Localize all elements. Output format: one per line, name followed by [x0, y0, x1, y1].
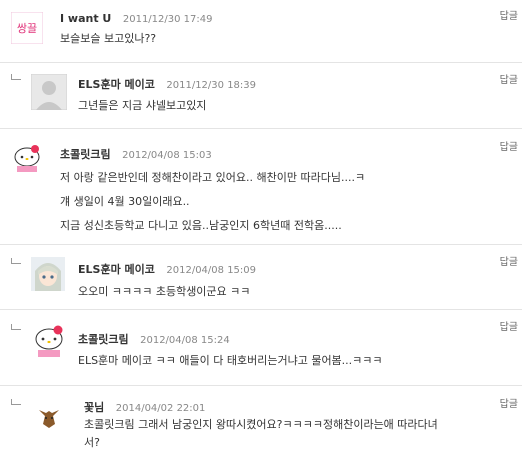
comment-item: ELS훈마 메이코 2012/04/08 15:09 오오미 ㅋㅋㅋㅋ 초등학생… — [0, 245, 522, 309]
reply-indent-icon — [11, 258, 21, 264]
avatar[interactable] — [31, 257, 65, 291]
comment-date: 2012/04/08 15:24 — [140, 335, 230, 346]
comment-item: ELS훈마 메이코 2011/12/30 18:39 그년들은 지금 샤넬보고있… — [0, 63, 522, 128]
reply-button[interactable]: 답글 — [500, 253, 518, 268]
avatar[interactable] — [33, 400, 65, 432]
comment-date: 2014/04/02 22:01 — [115, 403, 206, 414]
comment-text: 저 아랑 같은반인데 정해찬이라고 있어요.. 해찬이만 따라다님....ㅋ 걔… — [60, 171, 366, 232]
comment-meta: ELS훈마 메이코 2011/12/30 18:39 — [78, 76, 256, 92]
comment-item: 초콜릿크림 2012/04/08 15:24 ELS훈마 메이코 ㅋㅋ 애들이 … — [0, 310, 522, 385]
avatar[interactable]: 쌍끌 — [11, 12, 43, 44]
comment-meta: 초콜릿크림 2012/04/08 15:24 — [78, 331, 230, 347]
comment-item: 쌍끌 I want U 2011/12/30 17:49 보슬보슬 보고있나??… — [0, 0, 522, 63]
comment-date: 2011/12/30 17:49 — [122, 14, 213, 25]
comment-meta: ELS훈마 메이코 2012/04/08 15:09 — [78, 261, 256, 277]
comment-text: 오오미 ㅋㅋㅋㅋ 초등학생이군요 ㅋㅋ — [78, 285, 251, 298]
comment-meta: 꽃님 2014/04/02 22:01 — [84, 399, 205, 415]
author-name[interactable]: 초콜릿크림 — [60, 148, 111, 161]
author-name[interactable]: ELS훈마 메이코 — [78, 263, 155, 276]
reply-button[interactable]: 답글 — [500, 7, 518, 22]
reply-indent-icon — [11, 399, 21, 405]
comment-text: 초콜릿크림 그래서 남궁인지 왕따시켰어요?ㅋㅋㅋㅋ정해찬이라는애 따라다녀 서… — [84, 418, 438, 449]
avatar[interactable] — [31, 322, 67, 358]
comment-date: 2012/04/08 15:03 — [122, 150, 212, 161]
comment-meta: 초콜릿크림 2012/04/08 15:03 — [60, 146, 212, 162]
reply-indent-icon — [11, 74, 21, 80]
comment-date: 2011/12/30 18:39 — [166, 80, 257, 91]
comment-date: 2012/04/08 15:09 — [166, 265, 257, 276]
comment-text: 보슬보슬 보고있나?? — [60, 32, 157, 45]
author-name[interactable]: 초콜릿크림 — [78, 333, 129, 346]
reply-button[interactable]: 답글 — [500, 71, 518, 86]
reply-button[interactable]: 답글 — [500, 318, 518, 333]
author-name[interactable]: I want U — [60, 12, 111, 25]
author-name[interactable]: ELS훈마 메이코 — [78, 78, 155, 91]
reply-button[interactable]: 답글 — [500, 138, 518, 153]
comment-text: 그년들은 지금 샤넬보고있지 — [78, 99, 207, 112]
author-name[interactable]: 꽃님 — [84, 401, 104, 414]
reply-button[interactable]: 답글 — [500, 395, 518, 410]
comment-item: 꽃님 2014/04/02 22:01 초콜릿크림 그래서 남궁인지 왕따시켰어… — [0, 386, 522, 467]
comment-meta: I want U 2011/12/30 17:49 — [60, 12, 213, 25]
avatar[interactable] — [11, 141, 43, 173]
avatar[interactable] — [31, 74, 67, 110]
reply-indent-icon — [11, 324, 21, 330]
comment-text: ELS훈마 메이코 ㅋㅋ 애들이 다 태호버리는거냐고 물어봄...ㅋㅋㅋ — [78, 354, 383, 367]
svg-text:쌍끌: 쌍끌 — [17, 22, 37, 35]
comment-item: 초콜릿크림 2012/04/08 15:03 저 아랑 같은반인데 정해찬이라고… — [0, 129, 522, 244]
